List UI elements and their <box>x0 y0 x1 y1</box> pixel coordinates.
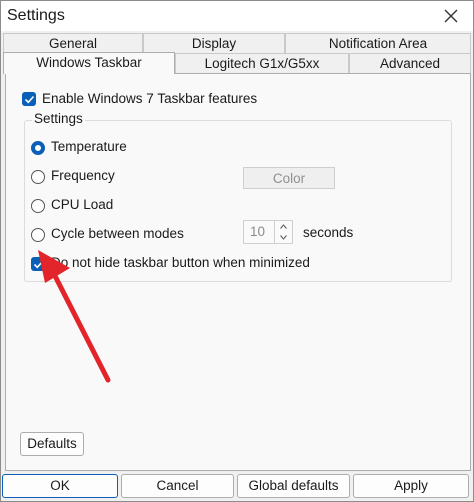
tab-windows-taskbar[interactable]: Windows Taskbar <box>3 52 175 74</box>
annotation-arrow <box>38 250 111 383</box>
